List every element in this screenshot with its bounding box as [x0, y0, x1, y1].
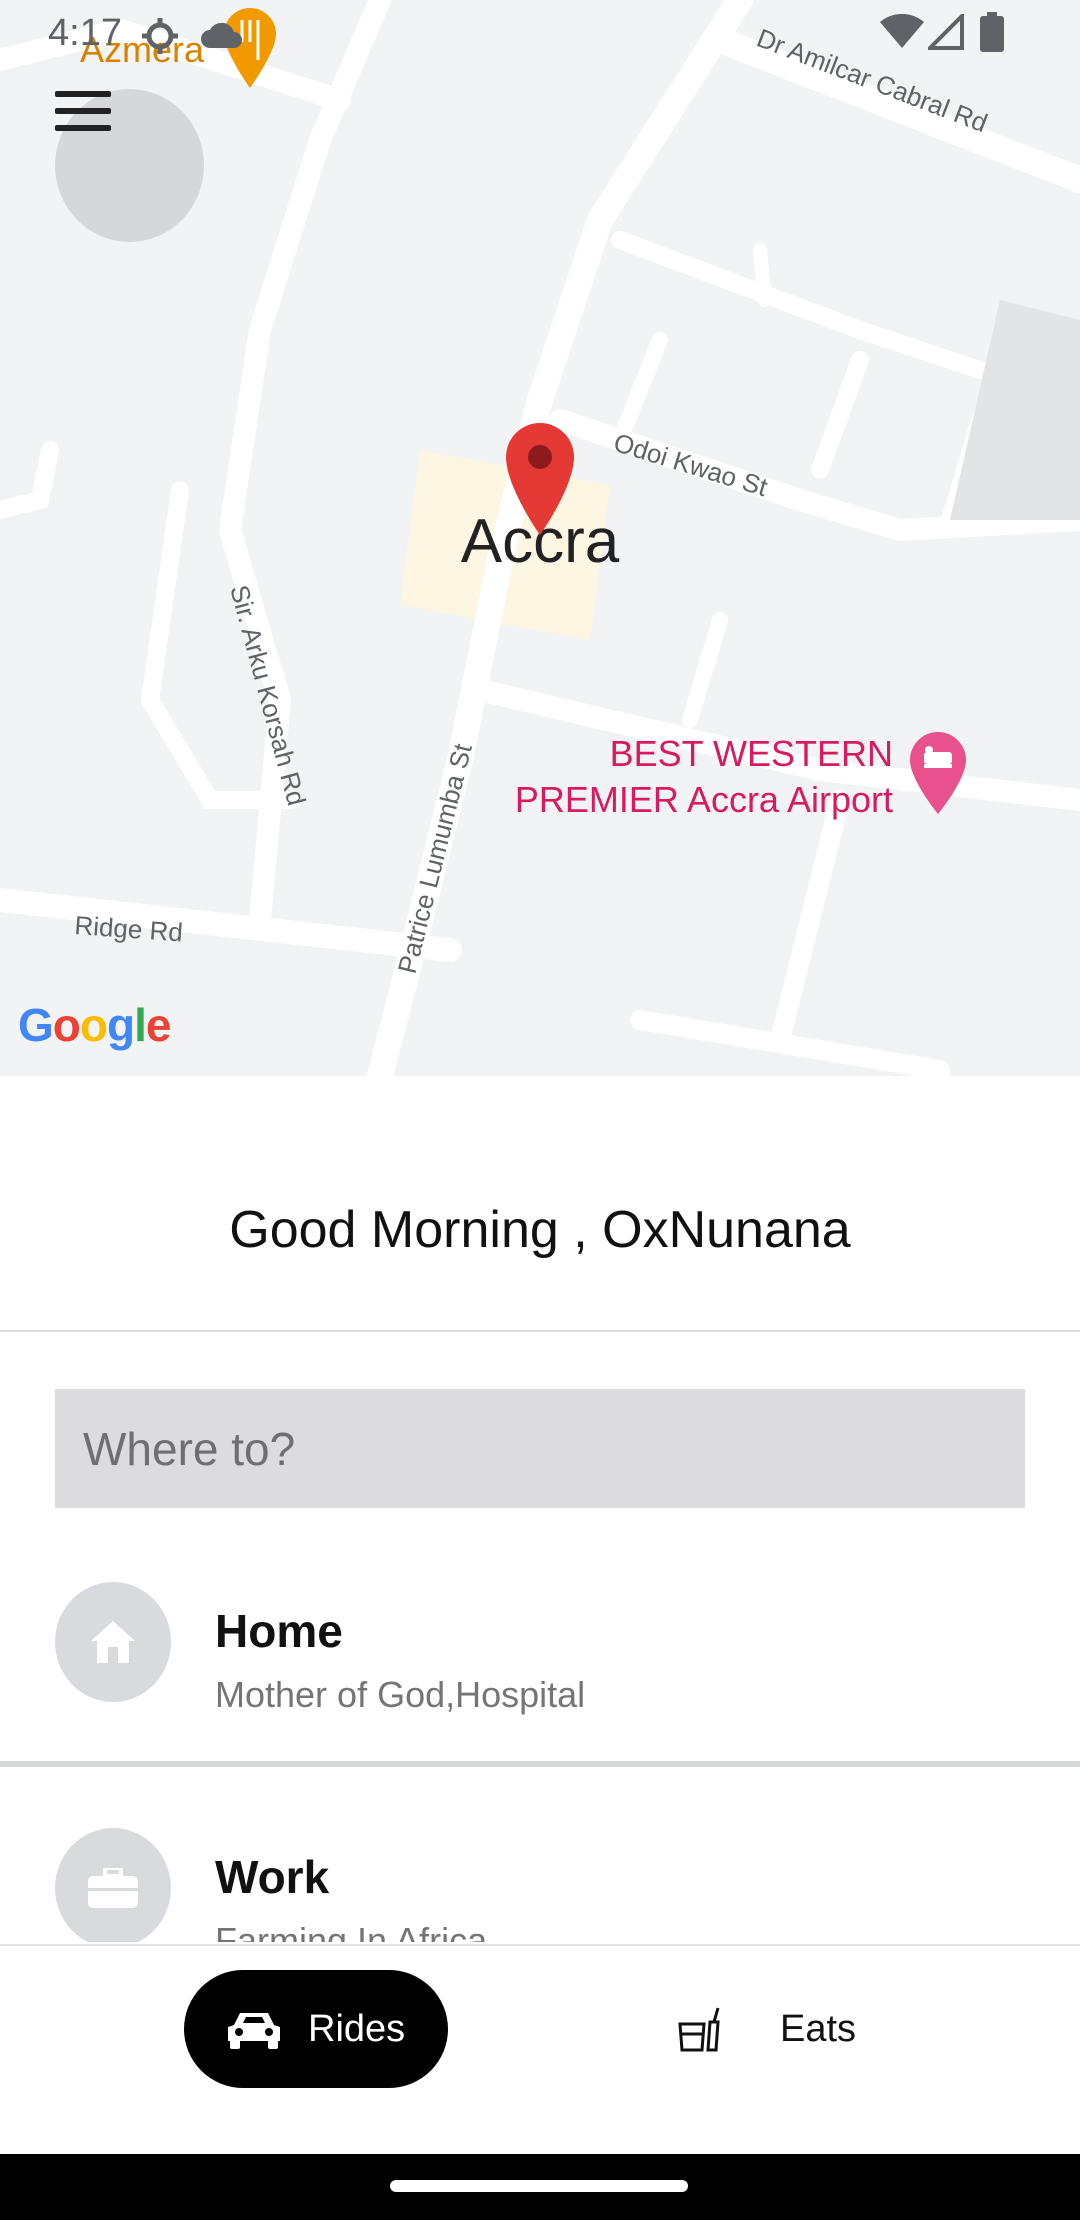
label-ridge-rd: Ridge Rd	[74, 910, 184, 947]
tab-eats-label: Eats	[780, 2007, 857, 2050]
poi-hotel-label-1[interactable]: BEST WESTERN	[610, 733, 893, 774]
road-west-stub	[0, 441, 59, 519]
saved-places-scroll[interactable]: Work Farming In Africa	[0, 1767, 1080, 1942]
saved-place-work[interactable]: Work Farming In Africa	[0, 1828, 1080, 1942]
road-ridge	[0, 888, 462, 962]
greeting-text: Good Morning , OxNunana	[229, 1201, 851, 1259]
poi-hotel-label-2[interactable]: PREMIER Accra Airport	[515, 779, 893, 820]
home-icon	[91, 1621, 135, 1663]
where-to-input[interactable]	[55, 1389, 1025, 1508]
tab-rides[interactable]: Rides	[184, 1970, 448, 2088]
tab-eats[interactable]: Eats	[670, 1970, 930, 2088]
saved-place-subtitle: Mother of God,Hospital	[215, 1674, 586, 1715]
briefcase-icon	[88, 1868, 138, 1908]
wifi-icon	[880, 14, 924, 48]
system-nav-bar	[0, 2154, 1080, 2220]
signal-icon	[928, 14, 964, 50]
google-logo: Google	[18, 999, 171, 1051]
hotel-icon[interactable]	[910, 732, 966, 814]
battery-icon	[980, 12, 1004, 52]
saved-place-title: Home	[215, 1605, 343, 1657]
road-ne-link	[811, 351, 869, 479]
saved-place-home[interactable]: Home Mother of God,Hospital	[0, 1582, 1080, 1732]
map-view[interactable]: Dr Amilcar Cabral Rd Odoi Kwao St Sir. A…	[0, 0, 1080, 1076]
where-to-search[interactable]	[55, 1389, 1025, 1508]
divider	[0, 1330, 1080, 1332]
menu-button[interactable]	[55, 89, 204, 242]
saved-place-title: Work	[215, 1851, 330, 1903]
status-time: 4:17	[48, 12, 122, 54]
status-bar: 4:17	[0, 0, 1080, 64]
building-block	[950, 300, 1080, 520]
road-south-east	[770, 790, 850, 1050]
car-icon	[228, 2013, 280, 2049]
work-icon-circle	[55, 1828, 171, 1942]
road-north-east	[611, 231, 989, 379]
cloud-icon	[201, 22, 242, 48]
settings-icon	[142, 18, 178, 54]
label-odoi-kwao: Odoi Kwao St	[610, 427, 772, 502]
saved-place-subtitle: Farming In Africa	[215, 1920, 488, 1942]
road-short-1	[612, 332, 668, 448]
hamburger-icon	[55, 91, 111, 131]
food-icon	[678, 2007, 720, 2052]
home-gesture-handle[interactable]	[390, 2180, 688, 2192]
bottom-tab-bar: Rides Eats	[0, 1944, 1080, 2156]
tab-rides-label: Rides	[308, 2007, 406, 2050]
road-short-2	[682, 612, 728, 728]
home-icon-circle	[55, 1582, 171, 1702]
road-tiny	[753, 243, 772, 307]
